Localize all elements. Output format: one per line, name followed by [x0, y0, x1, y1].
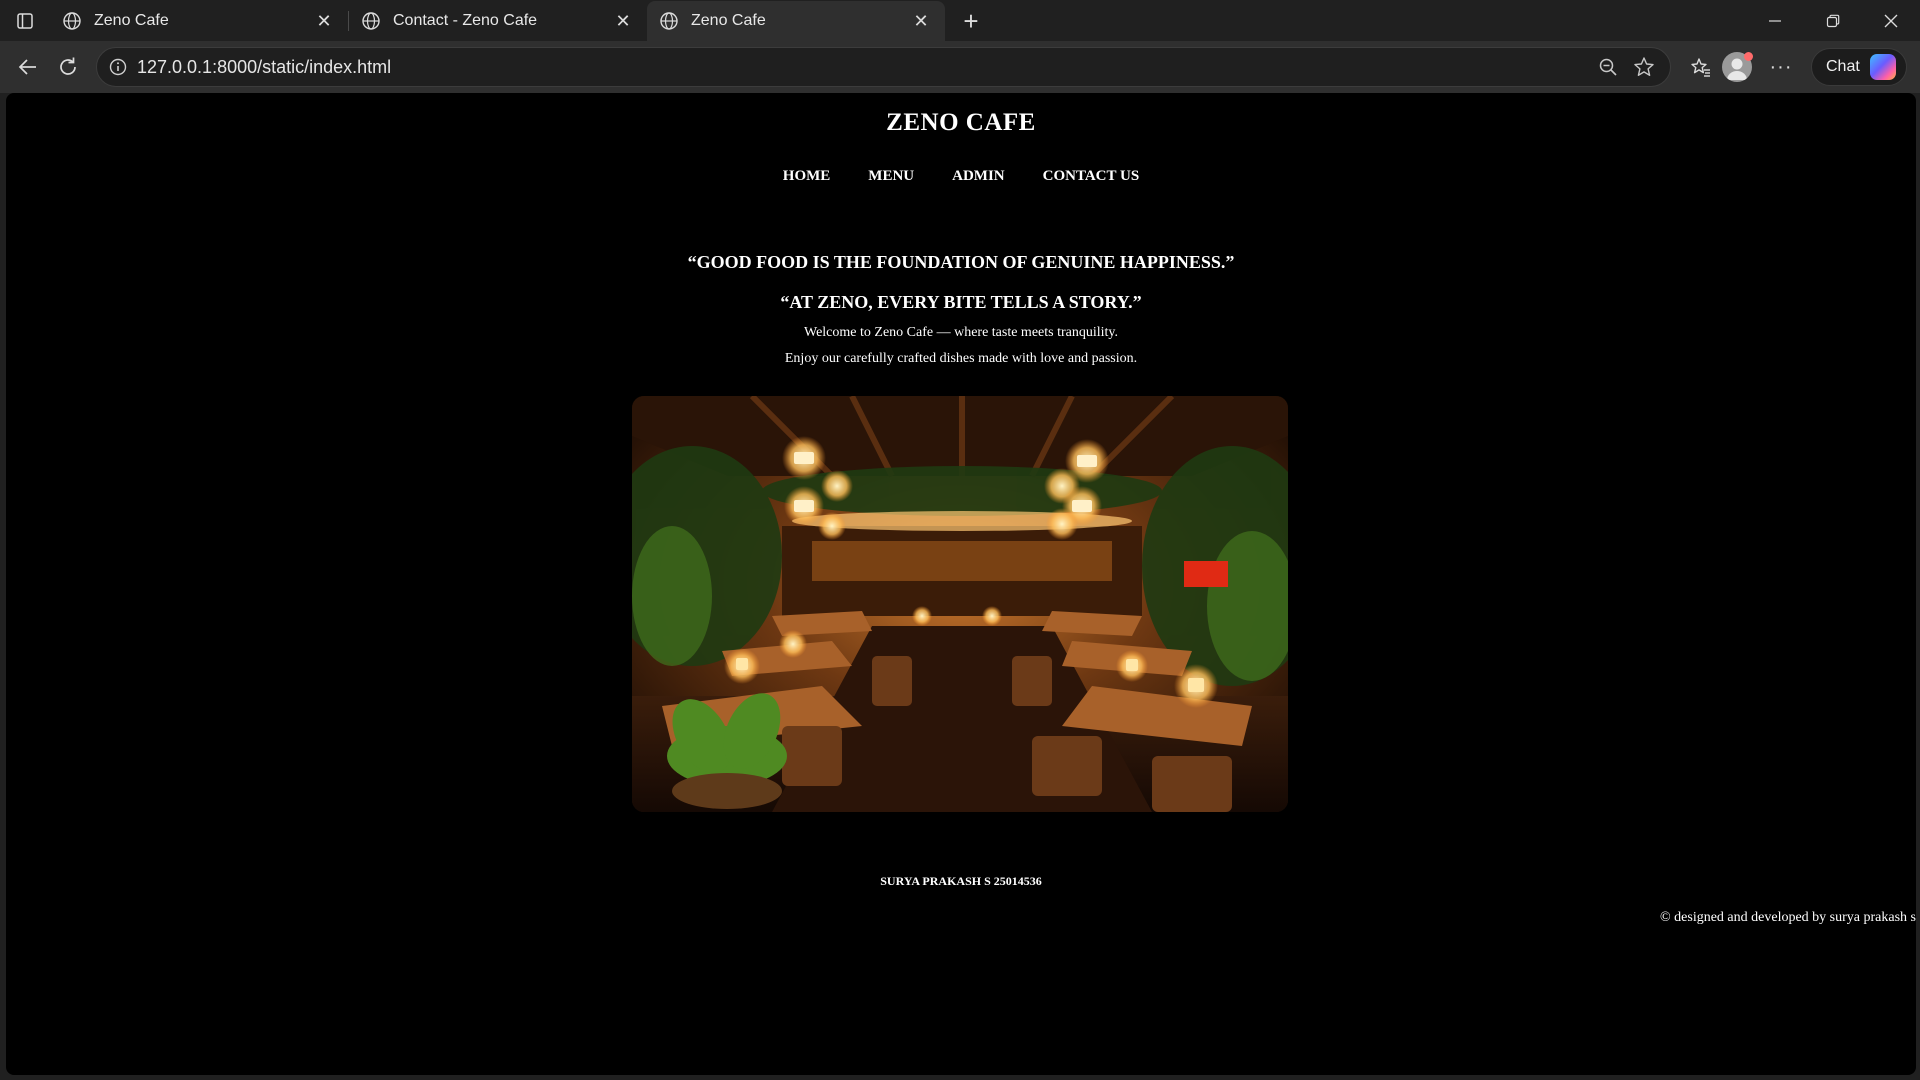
back-button[interactable]: [8, 47, 48, 87]
refresh-button[interactable]: [48, 47, 88, 87]
tab-actions-button[interactable]: [0, 0, 50, 41]
tab-title: Zeno Cafe: [691, 12, 766, 29]
chat-button[interactable]: Chat: [1811, 48, 1907, 86]
plus-icon: +: [963, 5, 979, 36]
favorites-button[interactable]: [1681, 47, 1721, 87]
more-options-icon: ···: [1769, 55, 1793, 78]
close-tab-icon[interactable]: ✕: [611, 9, 635, 33]
browser-toolbar: 127.0.0.1:8000/static/index.html ··· Cha…: [0, 41, 1920, 93]
chat-label: Chat: [1826, 58, 1860, 75]
restaurant-interior-image: [632, 396, 1288, 812]
main-nav: HOME MENU ADMIN CONTACT US: [6, 168, 1916, 185]
tab-title: Zeno Cafe: [94, 12, 169, 29]
globe-icon: [362, 12, 380, 30]
tab-zeno-cafe-1[interactable]: Zeno Cafe ✕: [50, 1, 348, 41]
window-controls: [1746, 0, 1920, 41]
copyright-text: © designed and developed by surya prakas…: [1660, 910, 1916, 925]
globe-icon: [63, 12, 81, 30]
notification-dot: [1743, 51, 1753, 61]
enjoy-text: Enjoy our carefully crafted dishes made …: [784, 351, 1138, 366]
copilot-icon: [1869, 54, 1896, 80]
tab-zeno-cafe-active[interactable]: Zeno Cafe ✕: [647, 1, 945, 41]
tab-actions-icon: [17, 12, 33, 29]
nav-menu[interactable]: MENU: [868, 168, 914, 185]
close-tab-icon[interactable]: ✕: [312, 9, 336, 33]
favorite-button[interactable]: [1626, 49, 1662, 85]
author-credit: SURYA PRAKASH S 25014536: [880, 874, 1042, 888]
profile-button[interactable]: [1721, 47, 1761, 87]
more-options-button[interactable]: ···: [1761, 47, 1801, 87]
quote-happiness: “GOOD FOOD IS THE FOUNDATION OF GENUINE …: [687, 252, 1235, 272]
zoom-button[interactable]: [1590, 49, 1626, 85]
window-bottom-edge: [0, 1075, 1920, 1080]
quote-story: “AT ZENO, EVERY BITE TELLS A STORY.”: [780, 292, 1142, 312]
site-title: ZENO CAFE: [886, 109, 1036, 136]
page-viewport: ZENO CAFE HOME MENU ADMIN CONTACT US “GO…: [6, 93, 1916, 1075]
minimize-button[interactable]: [1746, 0, 1804, 41]
welcome-text: Welcome to Zeno Cafe — where taste meets…: [803, 325, 1119, 340]
tab-strip: Zeno Cafe ✕ Contact - Zeno Cafe ✕ Zeno C…: [0, 0, 1920, 41]
nav-home[interactable]: HOME: [783, 168, 831, 185]
toolbar-right: ··· Chat: [1681, 47, 1907, 87]
nav-admin[interactable]: ADMIN: [952, 168, 1005, 185]
close-icon: [1884, 14, 1898, 27]
new-tab-button[interactable]: +: [951, 1, 991, 41]
nav-contact-us[interactable]: CONTACT US: [1043, 168, 1140, 185]
close-window-button[interactable]: [1862, 0, 1920, 41]
globe-icon: [660, 12, 678, 30]
zeno-cafe-page: ZENO CAFE HOME MENU ADMIN CONTACT US “GO…: [6, 93, 1916, 1075]
address-bar[interactable]: 127.0.0.1:8000/static/index.html: [96, 47, 1671, 87]
tab-contact-zeno-cafe[interactable]: Contact - Zeno Cafe ✕: [349, 1, 647, 41]
url-text[interactable]: 127.0.0.1:8000/static/index.html: [127, 57, 1590, 78]
restaurant-illustration: [632, 396, 1288, 812]
refresh-icon: [60, 57, 76, 75]
minimize-icon: [1769, 19, 1781, 22]
close-tab-icon[interactable]: ✕: [909, 9, 933, 33]
site-info-icon[interactable]: [109, 58, 127, 76]
restore-button[interactable]: [1804, 0, 1862, 41]
favorites-icon: [1691, 58, 1710, 77]
back-arrow-icon: [18, 59, 36, 75]
restore-icon: [1826, 14, 1840, 27]
star-icon: [1634, 57, 1654, 76]
zoom-out-icon: [1599, 58, 1617, 76]
tab-title: Contact - Zeno Cafe: [393, 12, 538, 29]
